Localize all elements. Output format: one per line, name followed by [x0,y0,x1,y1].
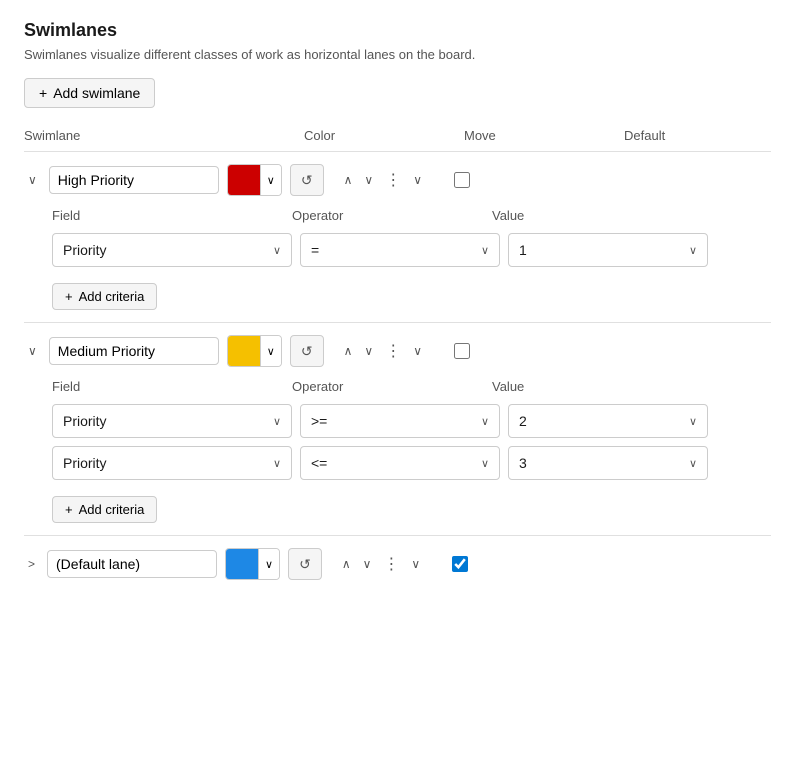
high-priority-more-button[interactable]: ⋮ [381,168,405,192]
medium-priority-value-select-2[interactable]: 3 ∨ [508,446,708,480]
default-lane-color-picker: ∨ [225,548,280,580]
medium-priority-operator-chevron-2: ∨ [481,457,489,470]
high-priority-color-dropdown-button[interactable]: ∨ [260,165,281,195]
high-priority-refresh-button[interactable]: ↺ [290,164,324,196]
default-lane-name-input[interactable] [47,550,217,578]
default-lane-move-controls: ∧ ∨ ⋮ ∨ [338,552,424,576]
high-priority-field-select[interactable]: Priority ∨ [52,233,292,267]
medium-priority-operator-value-2: <= [311,455,327,471]
field-header-2: Field [52,379,292,394]
medium-priority-refresh-button[interactable]: ↺ [290,335,324,367]
medium-priority-move-down-button[interactable]: ∨ [360,340,377,362]
field-header-1: Field [52,208,292,223]
medium-priority-value-value-2: 3 [519,455,527,471]
page-title: Swimlanes [24,20,771,41]
high-priority-value-value: 1 [519,242,527,258]
operator-header-1: Operator [292,208,492,223]
medium-priority-expand-move-button[interactable]: ∨ [409,340,426,362]
high-priority-default-checkbox[interactable] [454,172,470,188]
medium-priority-color-dropdown-button[interactable]: ∨ [260,336,281,366]
collapse-medium-priority-button[interactable]: ∨ [24,340,41,362]
medium-priority-name-input[interactable] [49,337,219,365]
collapse-high-priority-button[interactable]: ∨ [24,169,41,191]
medium-priority-criteria-area: Field Operator Value Priority ∨ >= ∨ 2 ∨… [24,379,771,523]
high-priority-field-chevron: ∨ [273,244,281,257]
high-priority-color-swatch [228,165,260,195]
default-lane-color-swatch [226,549,258,579]
value-header-1: Value [492,208,692,223]
add-criteria-plus-icon-2: + [65,502,73,517]
default-lane-move-down-button[interactable]: ∨ [359,553,376,575]
add-swimlane-button[interactable]: + Add swimlane [24,78,155,108]
high-priority-criteria-area: Field Operator Value Priority ∨ = ∨ 1 ∨ … [24,208,771,310]
default-lane-refresh-button[interactable]: ↺ [288,548,322,580]
high-priority-value-select[interactable]: 1 ∨ [508,233,708,267]
swimlane-medium-priority: ∨ ∨ ↺ ∧ ∨ ⋮ ∨ Field Operator Value Prior… [24,323,771,536]
add-criteria-label-2: Add criteria [79,502,145,517]
medium-priority-field-value-1: Priority [63,413,107,429]
medium-priority-color-picker: ∨ [227,335,282,367]
operator-header-2: Operator [292,379,492,394]
col-swimlane: Swimlane [24,128,304,143]
high-priority-move-up-button[interactable]: ∧ [340,169,357,191]
high-priority-expand-move-button[interactable]: ∨ [409,169,426,191]
plus-icon: + [39,85,47,101]
medium-priority-value-chevron-2: ∨ [689,457,697,470]
medium-priority-operator-chevron-1: ∨ [481,415,489,428]
medium-priority-more-button[interactable]: ⋮ [381,339,405,363]
high-priority-add-criteria-button[interactable]: + Add criteria [52,283,157,310]
high-priority-operator-select[interactable]: = ∨ [300,233,500,267]
medium-priority-field-chevron-1: ∨ [273,415,281,428]
medium-priority-move-up-button[interactable]: ∧ [340,340,357,362]
default-lane-color-dropdown-button[interactable]: ∨ [258,549,279,579]
high-priority-value-chevron: ∨ [689,244,697,257]
add-criteria-plus-icon-1: + [65,289,73,304]
high-priority-operator-value: = [311,242,319,258]
high-priority-move-down-button[interactable]: ∨ [360,169,377,191]
swimlane-high-priority: ∨ ∨ ↺ ∧ ∨ ⋮ ∨ Field Operator Value Prior… [24,152,771,323]
col-default: Default [624,128,704,143]
default-lane-expand-move-button[interactable]: ∨ [407,553,424,575]
medium-priority-color-swatch [228,336,260,366]
column-headers: Swimlane Color Move Default [24,128,771,152]
col-color: Color [304,128,464,143]
expand-default-lane-button[interactable]: > [24,553,39,575]
medium-priority-operator-select-1[interactable]: >= ∨ [300,404,500,438]
medium-priority-field-select-2[interactable]: Priority ∨ [52,446,292,480]
add-swimlane-label: Add swimlane [53,85,140,101]
high-priority-field-value: Priority [63,242,107,258]
medium-priority-criteria-row-2: Priority ∨ <= ∨ 3 ∨ [52,446,771,480]
medium-priority-field-chevron-2: ∨ [273,457,281,470]
medium-priority-add-criteria-button[interactable]: + Add criteria [52,496,157,523]
medium-priority-value-select-1[interactable]: 2 ∨ [508,404,708,438]
medium-priority-field-headers: Field Operator Value [52,379,771,394]
medium-priority-value-value-1: 2 [519,413,527,429]
default-lane-default-checkbox[interactable] [452,556,468,572]
medium-priority-operator-select-2[interactable]: <= ∨ [300,446,500,480]
medium-priority-field-value-2: Priority [63,455,107,471]
medium-priority-field-select-1[interactable]: Priority ∨ [52,404,292,438]
medium-priority-default-checkbox[interactable] [454,343,470,359]
high-priority-operator-chevron: ∨ [481,244,489,257]
default-lane-more-button[interactable]: ⋮ [379,552,403,576]
high-priority-name-input[interactable] [49,166,219,194]
high-priority-move-controls: ∧ ∨ ⋮ ∨ [340,168,426,192]
default-lane-move-up-button[interactable]: ∧ [338,553,355,575]
high-priority-color-picker: ∨ [227,164,282,196]
medium-priority-criteria-row-1: Priority ∨ >= ∨ 2 ∨ [52,404,771,438]
col-move: Move [464,128,624,143]
page-subtitle: Swimlanes visualize different classes of… [24,47,771,62]
add-criteria-label-1: Add criteria [79,289,145,304]
medium-priority-move-controls: ∧ ∨ ⋮ ∨ [340,339,426,363]
value-header-2: Value [492,379,692,394]
medium-priority-operator-value-1: >= [311,413,327,429]
high-priority-criteria-row-1: Priority ∨ = ∨ 1 ∨ [52,233,771,267]
medium-priority-value-chevron-1: ∨ [689,415,697,428]
swimlane-default-lane: > ∨ ↺ ∧ ∨ ⋮ ∨ [24,536,771,604]
high-priority-field-headers: Field Operator Value [52,208,771,223]
